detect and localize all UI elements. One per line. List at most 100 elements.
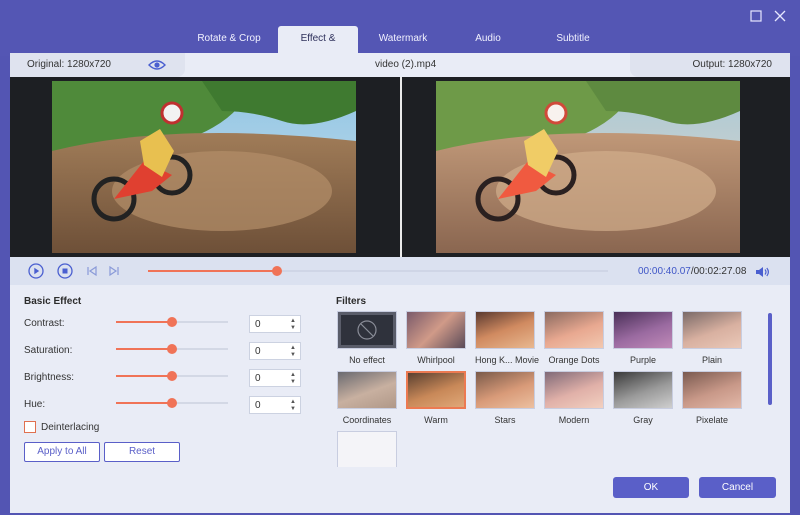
play-icon[interactable] <box>28 263 44 279</box>
filter-hong-kong-movie[interactable]: Hong K... Movie <box>475 311 540 365</box>
volume-icon[interactable] <box>754 264 770 280</box>
preview-area <box>10 77 790 257</box>
saturation-slider-fill <box>116 348 172 350</box>
hue-stepper[interactable]: 0 ▲ ▼ <box>249 396 301 414</box>
hue-slider[interactable] <box>116 398 228 408</box>
main-panel: Original: 1280x720 video (2).mp4 Output:… <box>10 53 790 513</box>
deinterlacing-label: Deinterlacing <box>41 422 100 433</box>
filter-thumbnail <box>544 311 604 349</box>
filter-label: Pixelate <box>695 415 729 425</box>
filter-label: Modern <box>558 415 590 425</box>
progress-handle[interactable] <box>271 266 282 276</box>
next-frame-icon[interactable] <box>106 263 122 279</box>
filter-orange-dots[interactable]: Orange Dots <box>544 311 604 365</box>
saturation-slider[interactable] <box>116 344 228 354</box>
saturation-slider-handle[interactable] <box>167 344 177 354</box>
tab-subtitle[interactable]: Subtitle <box>528 26 618 54</box>
tab-bar: Rotate & Crop Effect & Filter Watermark … <box>180 26 618 70</box>
contrast-slider[interactable] <box>116 317 228 327</box>
progress-bar[interactable] <box>148 266 608 276</box>
hue-slider-fill <box>116 402 172 404</box>
chevron-up-icon[interactable]: ▲ <box>289 399 297 405</box>
tab-watermark[interactable]: Watermark <box>358 26 448 54</box>
playback-controls: 00:00:40.07/00:02:27.08 <box>10 257 790 285</box>
filter-thumbnail <box>406 311 466 349</box>
progress-fill <box>148 270 277 272</box>
time-readout: 00:00:40.07/00:02:27.08 <box>638 266 746 277</box>
brightness-stepper[interactable]: 0 ▲ ▼ <box>249 369 301 387</box>
title-bar: Rotate & Crop Effect & Filter Watermark … <box>0 0 800 70</box>
filter-thumbnail <box>337 431 397 467</box>
filter-thumbnail <box>406 371 466 409</box>
chevron-down-icon[interactable]: ▼ <box>289 352 297 358</box>
filter-thumbnail <box>475 311 535 349</box>
tab-rotate-crop[interactable]: Rotate & Crop <box>180 26 278 54</box>
filter-scrollbar[interactable] <box>768 313 772 405</box>
filter-stars[interactable]: Stars <box>475 371 535 425</box>
ok-button[interactable]: OK <box>613 477 689 498</box>
filter-grid: No effect Whirlpool Hong K... Movie Oran… <box>336 309 756 467</box>
filter-thumbnail <box>682 311 742 349</box>
brightness-slider[interactable] <box>116 371 228 381</box>
info-bar: Original: 1280x720 video (2).mp4 Output:… <box>10 53 790 77</box>
current-time: 00:00:40.07 <box>638 266 691 277</box>
brightness-label: Brightness: <box>24 372 75 383</box>
contrast-label: Contrast: <box>24 318 65 329</box>
contrast-slider-fill <box>116 321 172 323</box>
total-time: /00:02:27.08 <box>690 266 747 277</box>
reset-button[interactable]: Reset <box>104 442 180 462</box>
brightness-value: 0 <box>255 373 261 384</box>
stop-icon[interactable] <box>57 263 73 279</box>
output-preview <box>436 81 740 253</box>
filter-coordinates[interactable]: Coordinates <box>337 371 397 425</box>
filter-purple[interactable]: Purple <box>613 311 673 365</box>
tab-audio[interactable]: Audio <box>448 26 528 54</box>
hue-slider-handle[interactable] <box>167 398 177 408</box>
hue-value: 0 <box>255 400 261 411</box>
chevron-down-icon[interactable]: ▼ <box>289 325 297 331</box>
original-preview <box>52 81 356 253</box>
filter-label: Whirlpool <box>417 355 455 365</box>
eye-icon[interactable] <box>148 58 166 72</box>
filter-gray[interactable]: Gray <box>613 371 673 425</box>
chevron-up-icon[interactable]: ▲ <box>289 345 297 351</box>
filter-partial-next-row[interactable] <box>337 431 397 467</box>
apply-to-all-button[interactable]: Apply to All <box>24 442 100 462</box>
filter-warm[interactable]: Warm <box>406 371 466 425</box>
filter-whirlpool[interactable]: Whirlpool <box>406 311 466 365</box>
filters-title: Filters <box>336 296 367 307</box>
filter-pixelate[interactable]: Pixelate <box>682 371 742 425</box>
saturation-label: Saturation: <box>24 345 73 356</box>
brightness-slider-handle[interactable] <box>167 371 177 381</box>
deinterlacing-checkbox[interactable] <box>24 421 36 433</box>
contrast-stepper[interactable]: 0 ▲ ▼ <box>249 315 301 333</box>
output-resolution: Output: 1280x720 <box>692 59 772 70</box>
filter-thumbnail <box>337 311 397 349</box>
filter-label: Purple <box>629 355 656 365</box>
saturation-value: 0 <box>255 346 261 357</box>
contrast-slider-handle[interactable] <box>167 317 177 327</box>
chevron-down-icon[interactable]: ▼ <box>289 406 297 412</box>
file-name: video (2).mp4 <box>375 59 437 70</box>
filter-plain[interactable]: Plain <box>682 311 742 365</box>
hue-label: Hue: <box>24 399 46 410</box>
filter-thumbnail <box>337 371 397 409</box>
previous-frame-icon[interactable] <box>84 263 100 279</box>
filter-label: Hong K... Movie <box>475 355 540 365</box>
cancel-button[interactable]: Cancel <box>699 477 776 498</box>
chevron-up-icon[interactable]: ▲ <box>289 372 297 378</box>
chevron-up-icon[interactable]: ▲ <box>289 318 297 324</box>
filter-label: No effect <box>349 355 385 365</box>
maximize-icon[interactable] <box>748 8 764 24</box>
tab-effect-filter[interactable]: Effect & Filter <box>278 26 358 70</box>
filter-label: Coordinates <box>342 415 392 425</box>
close-icon[interactable] <box>772 8 788 24</box>
filter-thumbnail <box>544 371 604 409</box>
saturation-stepper[interactable]: 0 ▲ ▼ <box>249 342 301 360</box>
filter-no-effect[interactable]: No effect <box>337 311 397 365</box>
filter-modern[interactable]: Modern <box>544 371 604 425</box>
original-resolution: Original: 1280x720 <box>27 59 111 70</box>
filter-thumbnail <box>475 371 535 409</box>
chevron-down-icon[interactable]: ▼ <box>289 379 297 385</box>
filter-label: Plain <box>701 355 722 365</box>
